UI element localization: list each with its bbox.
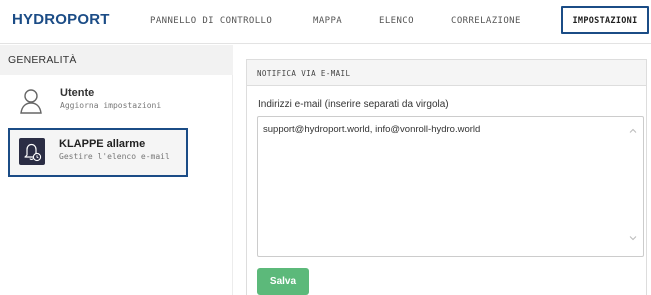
panel-heading: NOTIFICA VIA E-MAIL	[247, 60, 646, 86]
nav-mappa[interactable]: MAPPA	[313, 16, 342, 26]
email-field-label: Indirizzi e-mail (inserire separati da v…	[258, 99, 449, 110]
scroll-down-icon[interactable]	[629, 234, 637, 242]
email-addresses-value: support@hydroport.world, info@vonroll-hy…	[263, 124, 481, 135]
nav-impostazioni[interactable]: IMPOSTAZIONI	[561, 6, 649, 34]
top-navbar: HYDROPORT PANNELLO DI CONTROLLO MAPPA EL…	[0, 0, 651, 44]
save-button[interactable]: Salva	[257, 268, 309, 295]
nav-impostazioni-label: IMPOSTAZIONI	[572, 16, 638, 26]
sidebar-item-klappe-allarme-title: KLAPPE allarme	[59, 138, 146, 150]
email-notification-panel: NOTIFICA VIA E-MAIL Indirizzi e-mail (in…	[246, 59, 647, 295]
logo[interactable]: HYDROPORT	[12, 11, 110, 28]
user-icon	[20, 89, 42, 114]
sidebar-item-utente[interactable]: Utente Aggiorna impostazioni	[0, 80, 233, 122]
app-root: HYDROPORT PANNELLO DI CONTROLLO MAPPA EL…	[0, 0, 651, 295]
sidebar-item-klappe-allarme[interactable]: KLAPPE allarme Gestire l'elenco e-mail	[8, 128, 188, 177]
panel-heading-label: NOTIFICA VIA E-MAIL	[257, 69, 351, 78]
sidebar: GENERALITÀ Utente Aggiorna impostazioni …	[0, 45, 233, 295]
bell-clock-icon	[19, 138, 45, 165]
sidebar-heading-label: GENERALITÀ	[8, 54, 77, 66]
sidebar-item-klappe-allarme-subtitle: Gestire l'elenco e-mail	[59, 152, 170, 161]
sidebar-heading: GENERALITÀ	[0, 45, 233, 75]
nav-correlazione[interactable]: CORRELAZIONE	[451, 16, 521, 26]
nav-elenco[interactable]: ELENCO	[379, 16, 414, 26]
sidebar-item-utente-title: Utente	[60, 87, 95, 99]
email-addresses-textarea[interactable]: support@hydroport.world, info@vonroll-hy…	[257, 116, 644, 257]
save-button-label: Salva	[269, 276, 297, 287]
scroll-up-icon[interactable]	[629, 127, 637, 135]
nav-pannello-di-controllo[interactable]: PANNELLO DI CONTROLLO	[150, 16, 272, 26]
sidebar-item-utente-subtitle: Aggiorna impostazioni	[60, 101, 162, 110]
